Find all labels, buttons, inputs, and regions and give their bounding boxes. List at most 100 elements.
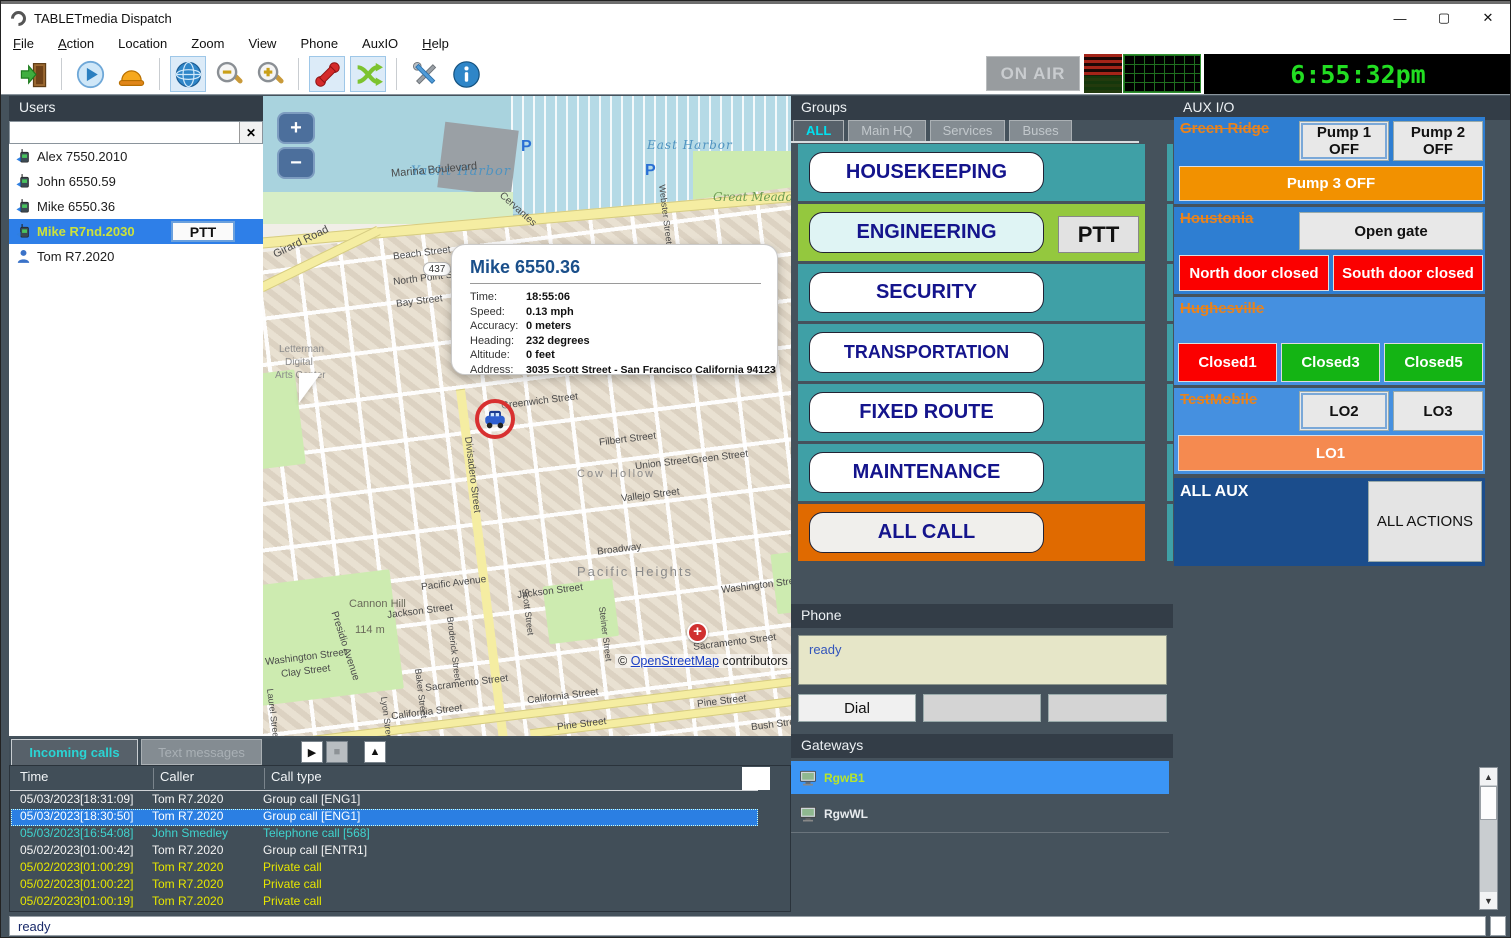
aux-button-closed1[interactable]: Closed1 <box>1178 343 1277 382</box>
user-list-item[interactable]: John 6550.59 <box>9 169 263 194</box>
menu-help[interactable]: Help <box>422 36 449 51</box>
phone-icon[interactable] <box>309 56 345 92</box>
aux-button-lo3[interactable]: LO3 <box>1393 391 1483 431</box>
call-row[interactable]: 05/02/2023[01:00:19]Tom R7.2020Private c… <box>11 894 758 911</box>
groups-scrollbar[interactable] <box>1167 144 1173 561</box>
scroll-down-icon[interactable]: ▼ <box>1480 892 1497 909</box>
group-button-all-call[interactable]: ALL CALL <box>809 512 1044 553</box>
group-button-fixed-route[interactable]: FIXED ROUTE <box>809 392 1044 433</box>
play-icon[interactable] <box>72 56 108 92</box>
move-up-button[interactable]: ▲ <box>364 741 386 763</box>
call-row[interactable]: 05/02/2023[01:00:22]Tom R7.2020Private c… <box>11 877 758 894</box>
map-label: Great Meadow <box>713 190 791 204</box>
gateway-row-selected[interactable]: RgwB1 CP_ch1 DS1 <box>791 761 1169 794</box>
user-ptt-button[interactable]: PTT <box>171 221 235 242</box>
map-zoom-in-button[interactable]: + <box>277 112 315 144</box>
user-list-item[interactable]: Mike 6550.36 <box>9 194 263 219</box>
alert-siren-icon[interactable] <box>113 56 149 92</box>
playback-play-button[interactable]: ▶ <box>301 741 323 763</box>
all-actions-button[interactable]: ALL ACTIONS <box>1368 481 1482 562</box>
radio-icon <box>15 198 32 215</box>
column-header-caller[interactable]: Caller <box>160 769 194 789</box>
aux-button-closed3[interactable]: Closed3 <box>1281 343 1380 382</box>
aux-section-label: Houstonia <box>1180 210 1253 227</box>
user-list-item[interactable]: Tom R7.2020 <box>9 244 263 269</box>
user-list-item-selected[interactable]: Mike R7nd.2030 PTT <box>9 219 263 244</box>
column-header-call-type[interactable]: Call type <box>271 769 322 789</box>
menu-auxio[interactable]: AuxIO <box>362 36 398 51</box>
menu-zoom[interactable]: Zoom <box>191 36 224 51</box>
scroll-thumb[interactable] <box>1480 786 1497 820</box>
zoom-in-icon[interactable] <box>252 56 288 92</box>
aux-button-north-door[interactable]: North door closed <box>1179 255 1329 291</box>
aux-button-south-door[interactable]: South door closed <box>1333 255 1483 291</box>
exit-door-icon[interactable] <box>15 56 51 92</box>
gateway-row[interactable]: RgwWL wireline gateway <box>791 797 1169 830</box>
globe-icon[interactable] <box>170 56 206 92</box>
group-button-transportation[interactable]: TRANSPORTATION <box>809 332 1044 373</box>
gateway-name: RgwB1 <box>824 771 865 785</box>
users-search-input[interactable] <box>10 122 239 143</box>
dial-button[interactable]: Dial <box>798 694 916 722</box>
map-zoom-out-button[interactable]: − <box>277 147 315 179</box>
aux-button-pump2[interactable]: Pump 2 OFF <box>1393 121 1483 161</box>
clock-display: 6:55:32pm <box>1204 54 1511 94</box>
tools-icon[interactable] <box>407 56 443 92</box>
menu-location[interactable]: Location <box>118 36 167 51</box>
tab-main-hq[interactable]: Main HQ <box>848 120 925 142</box>
group-button-security[interactable]: SECURITY <box>809 272 1044 313</box>
tab-buses[interactable]: Buses <box>1009 120 1071 142</box>
group-button-engineering[interactable]: ENGINEERING <box>809 212 1044 253</box>
column-divider[interactable] <box>153 768 154 789</box>
user-list-item[interactable]: Alex 7550.2010 <box>9 144 263 169</box>
vu-meter <box>1084 54 1122 93</box>
scroll-up-icon[interactable]: ▲ <box>1480 768 1497 785</box>
menu-view[interactable]: View <box>249 36 277 51</box>
call-row[interactable]: 05/02/2023[01:00:42]Tom R7.2020Group cal… <box>11 843 758 860</box>
tab-incoming-calls[interactable]: Incoming calls <box>11 739 138 765</box>
popup-field-value: 232 degrees <box>526 334 590 349</box>
crossing-arrows-icon[interactable] <box>350 56 386 92</box>
aux-button-lo1[interactable]: LO1 <box>1178 435 1483 471</box>
aux-button-closed5[interactable]: Closed5 <box>1384 343 1483 382</box>
map-pier <box>437 122 518 197</box>
resize-grip[interactable] <box>1490 916 1506 936</box>
group-ptt-button[interactable]: PTT <box>1058 216 1139 253</box>
openstreetmap-link[interactable]: OpenStreetMap <box>631 654 719 668</box>
phone-blank-button[interactable] <box>1048 694 1167 722</box>
info-icon[interactable] <box>448 56 484 92</box>
tab-services[interactable]: Services <box>930 120 1006 142</box>
menu-file[interactable]: File <box>13 36 34 51</box>
calls-table: Time Caller Call type 05/03/2023[18:31:0… <box>9 765 791 912</box>
call-row[interactable]: 05/03/2023[18:31:09]Tom R7.2020Group cal… <box>11 792 758 809</box>
app-logo-icon <box>8 7 29 28</box>
group-button-housekeeping[interactable]: HOUSEKEEPING <box>809 152 1044 193</box>
zoom-out-icon[interactable] <box>211 56 247 92</box>
group-button-maintenance[interactable]: MAINTENANCE <box>809 452 1044 493</box>
column-divider[interactable] <box>264 768 265 789</box>
window-title: TABLETmedia Dispatch <box>34 11 172 26</box>
maximize-button[interactable]: ▢ <box>1422 4 1466 32</box>
column-header-time[interactable]: Time <box>20 769 48 789</box>
aux-button-pump3[interactable]: Pump 3 OFF <box>1179 166 1483 201</box>
popup-field-label: Speed: <box>470 305 526 320</box>
aux-button-open-gate[interactable]: Open gate <box>1299 212 1483 250</box>
vehicle-location-marker[interactable] <box>475 399 515 439</box>
aux-button-pump1[interactable]: Pump 1 OFF <box>1299 121 1389 161</box>
map-view[interactable]: Yacht Harbor East Harbor Great Meadow Ma… <box>263 96 791 736</box>
playback-stop-button[interactable]: ■ <box>326 741 348 763</box>
phone-blank-button[interactable] <box>923 694 1041 722</box>
call-row[interactable]: 05/03/2023[16:54:08]John SmedleyTelephon… <box>11 826 758 843</box>
menu-action[interactable]: Action <box>58 36 94 51</box>
call-row[interactable]: 05/02/2023[01:00:29]Tom R7.2020Private c… <box>11 860 758 877</box>
calls-scrollbar[interactable]: ▲ ▼ <box>1479 767 1498 910</box>
minimize-button[interactable]: — <box>1378 4 1422 32</box>
menu-phone[interactable]: Phone <box>300 36 338 51</box>
tab-all[interactable]: ALL <box>793 120 844 142</box>
tab-text-messages[interactable]: Text messages <box>141 739 262 765</box>
clear-search-icon[interactable]: ✕ <box>239 122 262 143</box>
on-air-indicator[interactable]: ON AIR <box>986 56 1080 91</box>
call-row-selected[interactable]: 05/03/2023[18:30:50]Tom R7.2020Group cal… <box>11 809 758 826</box>
aux-button-lo2[interactable]: LO2 <box>1299 391 1389 431</box>
close-button[interactable]: ✕ <box>1466 4 1510 32</box>
